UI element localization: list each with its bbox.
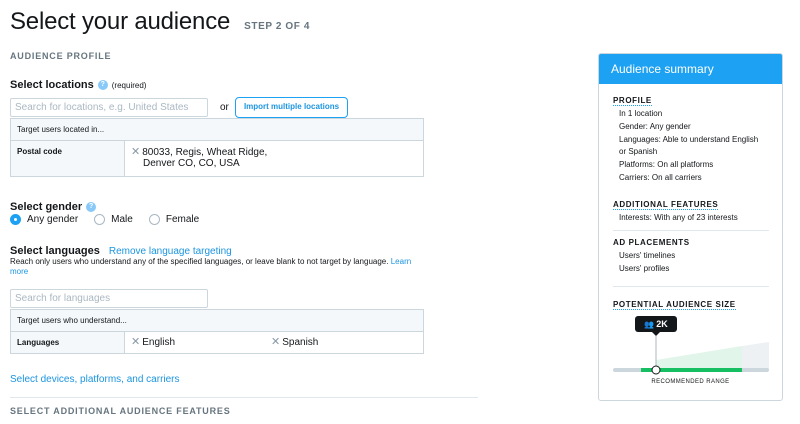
additional-features-summary-heading: ADDITIONAL FEATURES xyxy=(613,200,719,210)
radio-male[interactable]: Male xyxy=(94,214,133,225)
radio-label: Female xyxy=(165,214,200,225)
audience-size-meter xyxy=(613,336,769,375)
remove-icon[interactable]: ✕ xyxy=(131,336,140,348)
import-locations-button[interactable]: Import multiple locations xyxy=(235,97,348,118)
ad-placements-heading: AD PLACEMENTS xyxy=(613,238,690,247)
gender-label-text: Select gender xyxy=(10,201,83,213)
location-value: ✕ 80033, Regis, Wheat Ridge, Denver CO, C… xyxy=(125,141,423,176)
radio-label: Male xyxy=(111,214,133,225)
remove-language-targeting-link[interactable]: Remove language targeting xyxy=(109,246,232,257)
row-label-languages: Languages xyxy=(11,332,125,353)
location-search-input[interactable]: Search for locations, e.g. United States xyxy=(10,98,208,117)
divider xyxy=(10,397,478,398)
page-title: Select your audience xyxy=(10,8,231,35)
audience-profile-heading: AUDIENCE PROFILE xyxy=(10,51,112,61)
audience-size-badge: 👥 2K xyxy=(635,316,677,336)
audience-size-value: 2K xyxy=(656,319,668,329)
summary-line: Gender: Any gender xyxy=(619,122,691,131)
meter-marker xyxy=(651,365,661,375)
radio-female[interactable]: Female xyxy=(148,214,200,225)
summary-line: Users' timelines xyxy=(619,251,676,260)
remove-icon[interactable]: ✕ xyxy=(271,336,280,348)
languages-table-header: Target users who understand... xyxy=(11,310,423,332)
profile-heading: PROFILE xyxy=(613,96,652,106)
locations-table-header: Target users located in... xyxy=(11,119,423,141)
summary-line: or Spanish xyxy=(619,147,658,156)
location-tag-line1: 80033, Regis, Wheat Ridge, xyxy=(142,147,268,158)
meter-upper-shade xyxy=(742,342,769,369)
header: Select your audience STEP 2 OF 4 xyxy=(10,8,310,36)
languages-description: Reach only users who understand any of t… xyxy=(10,257,420,277)
audience-size-heading: POTENTIAL AUDIENCE SIZE xyxy=(613,300,736,310)
location-tag-line2: Denver CO, CO, USA xyxy=(143,158,240,169)
summary-divider xyxy=(613,230,769,231)
language-tag: ✕ English xyxy=(131,336,175,349)
meter-range-shade xyxy=(656,346,742,369)
devices-platforms-link[interactable]: Select devices, platforms, and carriers xyxy=(10,374,180,385)
additional-features-heading[interactable]: SELECT ADDITIONAL AUDIENCE FEATURES xyxy=(10,406,231,416)
language-search-input[interactable]: Search for languages xyxy=(10,289,208,308)
locations-table: Target users located in... Postal code ✕… xyxy=(10,118,424,177)
help-icon[interactable]: ? xyxy=(86,202,97,213)
gender-label: Select gender? xyxy=(10,201,97,213)
recommended-range-caption: RECOMMENDED RANGE xyxy=(651,379,730,385)
summary-line: In 1 location xyxy=(619,109,663,118)
summary-divider xyxy=(613,286,769,287)
radio-label: Any gender xyxy=(27,214,79,225)
required-note: (required) xyxy=(111,81,147,90)
step-indicator: STEP 2 OF 4 xyxy=(244,21,311,32)
locations-label-text: Select locations xyxy=(10,79,94,91)
languages-table: Target users who understand... Languages… xyxy=(10,309,424,354)
radio-icon[interactable] xyxy=(94,214,106,225)
users-icon: 👥 xyxy=(644,320,655,329)
audience-summary-card: Audience summary PROFILE In 1 location G… xyxy=(598,53,783,401)
summary-line: Interests: With any of 23 interests xyxy=(619,213,738,222)
languages-description-text: Reach only users who understand any of t… xyxy=(10,257,389,266)
row-label-postal-code: Postal code xyxy=(11,141,125,176)
language-values: ✕ English ✕ Spanish xyxy=(125,332,423,353)
locations-label: Select locations? (required) xyxy=(10,79,146,91)
summary-title: Audience summary xyxy=(599,54,782,84)
summary-line: Platforms: On all platforms xyxy=(619,160,714,169)
summary-line: Users' profiles xyxy=(619,264,670,273)
or-separator: or xyxy=(220,102,229,113)
language-tag: ✕ Spanish xyxy=(271,336,318,349)
table-row: Postal code ✕ 80033, Regis, Wheat Ridge, … xyxy=(11,141,423,176)
table-row: Languages ✕ English ✕ Spanish xyxy=(11,332,423,353)
summary-line: Carriers: On all carriers xyxy=(619,173,702,182)
languages-label-text: Select languages xyxy=(10,245,100,257)
language-tag-label: Spanish xyxy=(282,337,319,348)
radio-checked-icon[interactable] xyxy=(10,214,21,225)
radio-any-gender[interactable]: Any gender xyxy=(10,214,78,225)
languages-label: Select languages Remove language targetin… xyxy=(10,245,232,257)
language-tag-label: English xyxy=(142,337,176,348)
gender-radio-group: Any gender Male Female xyxy=(10,214,215,225)
summary-line: Languages: Able to understand English xyxy=(619,135,759,144)
help-icon[interactable]: ? xyxy=(97,80,108,91)
radio-icon[interactable] xyxy=(148,214,160,225)
remove-icon[interactable]: ✕ xyxy=(131,146,140,158)
